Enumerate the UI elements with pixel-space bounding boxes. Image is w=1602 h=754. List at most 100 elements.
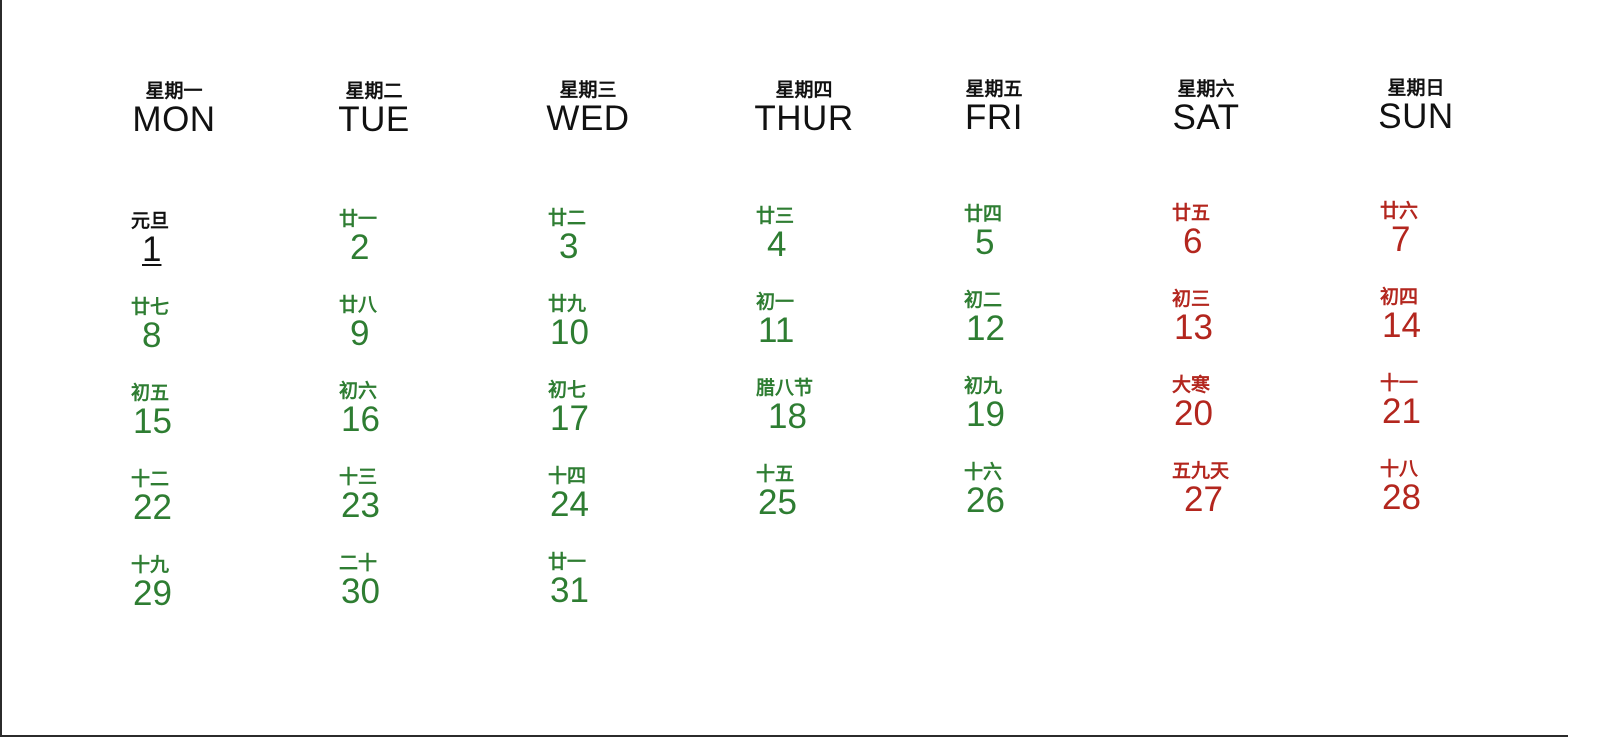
weekday-english-label: SUN (1378, 97, 1454, 136)
day-number: 9 (350, 314, 370, 353)
lunar-date-label: 廿六 (1380, 200, 1419, 222)
day-cell[interactable]: 初九 19 (964, 375, 1005, 433)
weekday-header-mon: 星期一 MON (124, 80, 224, 138)
day-number: 7 (1391, 220, 1411, 259)
day-cell[interactable]: 廿七 8 (131, 296, 169, 354)
lunar-date-label: 廿七 (131, 296, 170, 318)
lunar-date-label: 十九 (131, 554, 170, 576)
day-cell[interactable]: 廿二 3 (548, 207, 586, 265)
lunar-date-label: 廿五 (1172, 202, 1211, 224)
day-cell[interactable]: 五九天 27 (1172, 460, 1229, 518)
day-number: 19 (966, 395, 1005, 434)
day-number: 4 (767, 225, 787, 264)
day-number: 8 (142, 316, 162, 355)
weekday-header-tue: 星期二 TUE (324, 80, 424, 138)
day-cell[interactable]: 初三 13 (1172, 288, 1213, 346)
weekday-header-sat: 星期六 SAT (1156, 78, 1256, 136)
day-cell[interactable]: 十五 25 (756, 463, 797, 521)
day-number: 11 (758, 311, 795, 350)
day-cell[interactable]: 廿九 10 (548, 293, 589, 351)
day-cell[interactable]: 初二 12 (964, 289, 1005, 347)
day-number: 13 (1174, 308, 1213, 347)
weekday-chinese-label: 星期日 (1387, 77, 1445, 99)
day-number: 1 (142, 230, 162, 269)
day-number: 25 (758, 483, 797, 522)
day-cell[interactable]: 初六 16 (339, 380, 380, 438)
lunar-date-label: 五九天 (1172, 460, 1230, 482)
weekday-english-label: TUE (338, 100, 410, 139)
weekday-english-label: FRI (965, 98, 1023, 137)
lunar-date-label: 廿九 (548, 293, 587, 315)
day-number: 21 (1382, 392, 1421, 431)
lunar-date-label: 十二 (131, 468, 170, 490)
day-cell[interactable]: 大寒 20 (1172, 374, 1213, 432)
day-cell[interactable]: 初五 15 (131, 382, 172, 440)
day-cell[interactable]: 十八 28 (1380, 458, 1421, 516)
day-number: 24 (550, 485, 589, 524)
lunar-date-label: 初三 (1172, 288, 1211, 310)
day-number: 26 (966, 481, 1005, 520)
lunar-date-label: 初一 (756, 291, 795, 313)
lunar-date-label: 十五 (756, 463, 795, 485)
day-number: 22 (133, 488, 172, 527)
lunar-date-label: 廿一 (548, 551, 587, 573)
lunar-date-label: 廿三 (756, 205, 795, 227)
weekday-english-label: MON (132, 100, 216, 139)
lunar-date-label: 廿四 (964, 203, 1003, 225)
day-cell[interactable]: 廿三 4 (756, 205, 794, 263)
day-cell[interactable]: 初七 17 (548, 379, 589, 437)
weekday-chinese-label: 星期五 (965, 78, 1023, 100)
weekday-header-sun: 星期日 SUN (1366, 77, 1466, 135)
lunar-date-label: 十一 (1380, 372, 1419, 394)
weekday-english-label: SAT (1172, 98, 1240, 137)
day-cell[interactable]: 十二 22 (131, 468, 172, 526)
day-cell[interactable]: 初一 11 (756, 291, 794, 349)
day-number: 28 (1382, 478, 1421, 517)
day-cell[interactable]: 腊八节 18 (756, 377, 813, 435)
day-number: 3 (559, 227, 579, 266)
day-cell[interactable]: 十六 26 (964, 461, 1005, 519)
day-number: 18 (768, 397, 807, 436)
lunar-date-label: 腊八节 (756, 377, 814, 399)
day-number: 17 (550, 399, 589, 438)
day-cell[interactable]: 廿五 6 (1172, 202, 1210, 260)
lunar-date-label: 廿八 (339, 294, 378, 316)
day-number: 5 (975, 223, 995, 262)
day-cell[interactable]: 初四 14 (1380, 286, 1421, 344)
weekday-chinese-label: 星期六 (1177, 78, 1235, 100)
lunar-date-label: 廿一 (339, 208, 378, 230)
day-cell[interactable]: 廿一 2 (339, 208, 377, 266)
lunar-date-label: 初六 (339, 380, 378, 402)
day-number: 20 (1174, 394, 1213, 433)
day-number: 16 (341, 400, 380, 439)
weekday-english-label: THUR (754, 99, 854, 138)
day-cell[interactable]: 二十 30 (339, 552, 380, 610)
weekday-chinese-label: 星期二 (345, 80, 403, 102)
day-cell[interactable]: 十三 23 (339, 466, 380, 524)
day-number: 31 (550, 571, 589, 610)
day-cell-today[interactable]: 元旦 1 (131, 210, 169, 268)
weekday-english-label: WED (546, 99, 630, 138)
lunar-date-label: 元旦 (131, 210, 170, 232)
day-cell[interactable]: 廿四 5 (964, 203, 1002, 261)
lunar-date-label: 初四 (1380, 286, 1419, 308)
lunar-date-label: 初二 (964, 289, 1003, 311)
day-cell[interactable]: 十四 24 (548, 465, 589, 523)
weekday-header-thur: 星期四 THUR (754, 79, 854, 137)
day-cell[interactable]: 廿八 9 (339, 294, 377, 352)
weekday-header-fri: 星期五 FRI (944, 78, 1044, 136)
lunar-date-label: 十三 (339, 466, 378, 488)
day-cell[interactable]: 廿一 31 (548, 551, 589, 609)
lunar-date-label: 十四 (548, 465, 587, 487)
day-number: 30 (341, 572, 380, 611)
day-cell[interactable]: 十一 21 (1380, 372, 1421, 430)
day-cell[interactable]: 廿六 7 (1380, 200, 1418, 258)
day-number: 12 (966, 309, 1005, 348)
lunar-date-label: 二十 (339, 552, 378, 574)
day-cell[interactable]: 十九 29 (131, 554, 172, 612)
lunar-date-label: 十八 (1380, 458, 1419, 480)
day-number: 14 (1382, 306, 1421, 345)
weekday-chinese-label: 星期四 (775, 79, 833, 101)
lunar-date-label: 初五 (131, 382, 170, 404)
weekday-chinese-label: 星期三 (559, 79, 617, 101)
